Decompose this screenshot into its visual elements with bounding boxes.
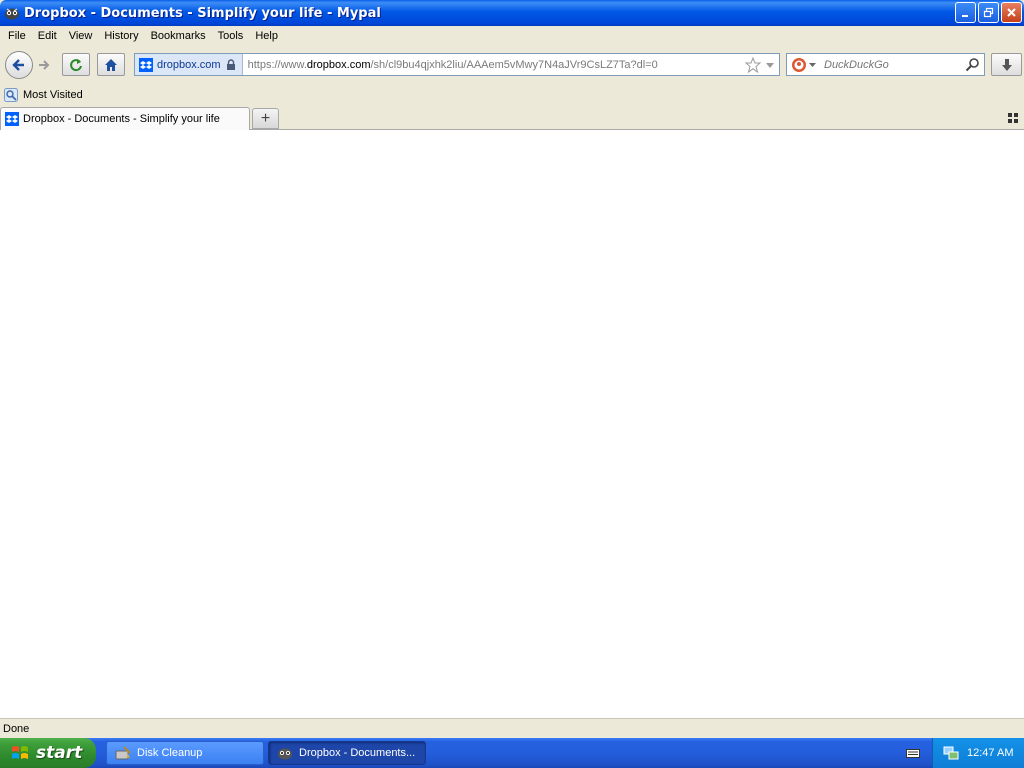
taskbar-item-disk-cleanup[interactable]: Disk Cleanup <box>106 741 264 765</box>
tab-label: Dropbox - Documents - Simplify your life <box>23 113 220 125</box>
close-icon <box>1007 8 1016 17</box>
search-bar[interactable] <box>786 53 985 76</box>
page-content[interactable] <box>0 130 1024 718</box>
url-prefix: https://www. <box>247 58 307 71</box>
minimize-button[interactable] <box>955 2 976 23</box>
url-bar[interactable]: dropbox.com https://www.dropbox.com/sh/c… <box>134 53 780 76</box>
bookmark-most-visited[interactable]: Most Visited <box>23 89 83 101</box>
menu-history[interactable]: History <box>98 30 144 42</box>
lock-icon <box>226 58 235 70</box>
search-input[interactable] <box>824 58 964 71</box>
system-tray: 12:47 AM <box>932 738 1024 768</box>
network-icon[interactable] <box>943 745 959 761</box>
forward-button[interactable] <box>33 56 55 74</box>
windows-taskbar: start Disk Cleanup Dropbox - Documents..… <box>0 738 1024 768</box>
bookmark-star-icon[interactable] <box>745 56 761 73</box>
search-engine-selector[interactable] <box>787 57 816 73</box>
dropbox-favicon-icon <box>139 57 153 72</box>
disk-cleanup-icon <box>115 746 131 760</box>
reload-icon <box>70 58 82 71</box>
downloads-button[interactable] <box>991 53 1022 76</box>
home-button[interactable] <box>97 53 125 76</box>
url-path: /sh/cl9bu4qjxhk2liu/AAAem5vMwy7N4aJVr9Cs… <box>370 58 658 71</box>
window-title: Dropbox - Documents - Simplify your life… <box>24 5 381 21</box>
chevron-down-icon <box>809 63 816 67</box>
menu-file[interactable]: File <box>2 30 32 42</box>
minimize-icon <box>962 15 968 17</box>
home-icon <box>105 58 117 71</box>
menu-tools[interactable]: Tools <box>212 30 250 42</box>
tab-strip: Dropbox - Documents - Simplify your life… <box>0 106 1024 130</box>
url-dropdown-icon[interactable] <box>765 60 775 70</box>
back-button[interactable] <box>5 51 33 79</box>
menu-bar: File Edit View History Bookmarks Tools H… <box>0 26 1024 46</box>
duckduckgo-icon <box>792 57 806 72</box>
plus-icon: + <box>260 109 271 127</box>
taskbar-item-label: Disk Cleanup <box>137 747 203 759</box>
taskbar-item-label: Dropbox - Documents... <box>299 747 416 759</box>
back-arrow-icon <box>12 59 24 71</box>
menu-view[interactable]: View <box>63 30 99 42</box>
taskbar-item-dropbox[interactable]: Dropbox - Documents... <box>268 741 426 765</box>
site-identity-button[interactable]: dropbox.com <box>135 54 243 75</box>
download-arrow-icon <box>1001 58 1012 71</box>
site-identity-label: dropbox.com <box>157 58 221 71</box>
list-all-tabs-button[interactable] <box>1008 113 1018 123</box>
forward-arrow-icon <box>39 60 50 70</box>
url-text[interactable]: https://www.dropbox.com/sh/cl9bu4qjxhk2l… <box>248 59 745 71</box>
mypal-app-icon <box>4 5 20 21</box>
reload-button[interactable] <box>62 53 90 76</box>
dropbox-favicon-icon <box>5 112 19 126</box>
keyboard-icon[interactable] <box>906 746 920 760</box>
menu-bookmarks[interactable]: Bookmarks <box>145 30 212 42</box>
start-button[interactable]: start <box>0 738 96 768</box>
status-bar: Done <box>0 718 1024 738</box>
tab-dropbox-documents[interactable]: Dropbox - Documents - Simplify your life <box>0 107 250 130</box>
menu-help[interactable]: Help <box>249 30 284 42</box>
url-domain: dropbox.com <box>306 58 371 71</box>
search-icon[interactable] <box>965 57 980 72</box>
most-visited-folder-icon <box>4 88 18 102</box>
menu-edit[interactable]: Edit <box>32 30 63 42</box>
mypal-app-icon <box>278 748 292 760</box>
new-tab-button[interactable]: + <box>252 108 279 129</box>
navigation-toolbar: dropbox.com https://www.dropbox.com/sh/c… <box>0 46 1024 84</box>
restore-icon <box>983 7 994 18</box>
clock[interactable]: 12:47 AM <box>967 747 1013 759</box>
restore-button[interactable] <box>978 2 999 23</box>
start-label: start <box>36 743 83 763</box>
windows-logo-icon <box>12 746 28 759</box>
bookmarks-toolbar: Most Visited <box>0 84 1024 106</box>
close-button[interactable] <box>1001 2 1022 23</box>
window-titlebar[interactable]: Dropbox - Documents - Simplify your life… <box>0 0 1024 26</box>
status-text: Done <box>3 722 30 735</box>
